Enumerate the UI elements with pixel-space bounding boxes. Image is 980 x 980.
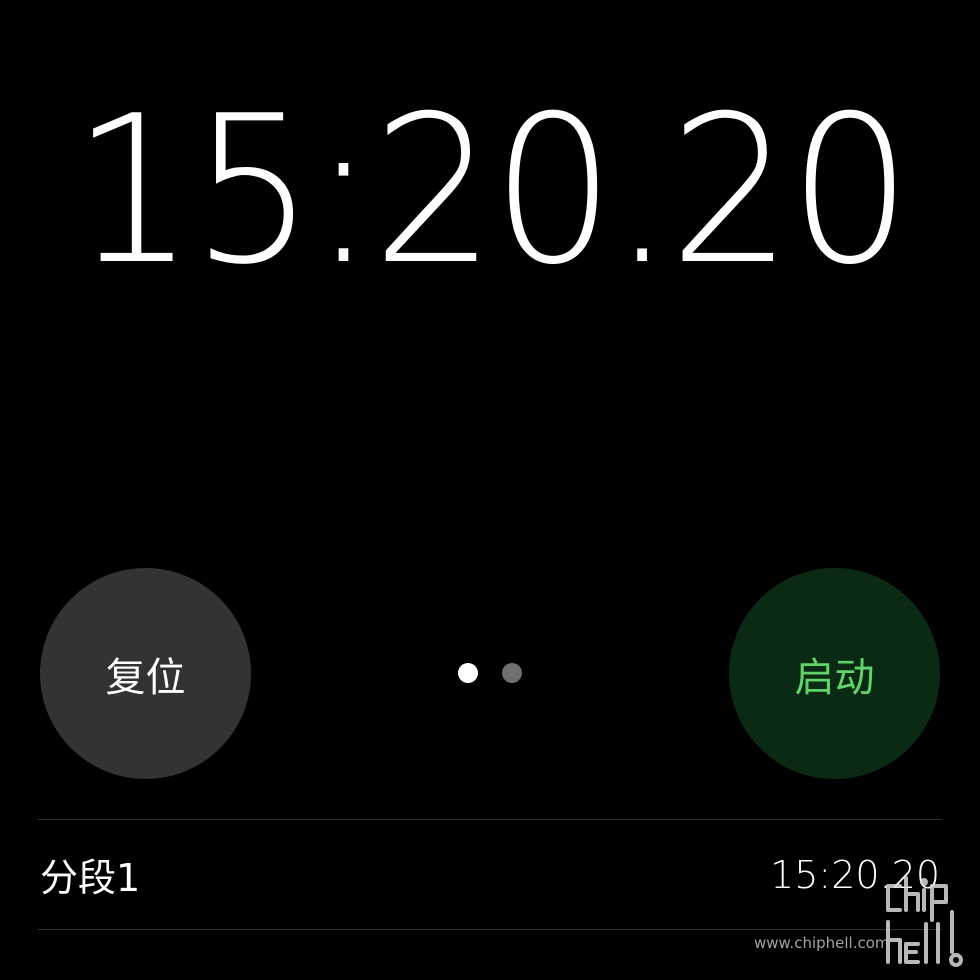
- stopwatch-time: 15:20.20: [71, 73, 912, 310]
- lap-row: 分段1 15:20.20: [38, 820, 942, 929]
- page-dot-active: [458, 663, 478, 683]
- start-button-label: 启动: [794, 654, 875, 701]
- chiphell-logo-watermark: [886, 876, 963, 967]
- start-button[interactable]: 启动: [729, 568, 940, 779]
- page-dot-inactive: [502, 663, 522, 683]
- lap-label: 分段1: [40, 856, 141, 900]
- reset-button[interactable]: 复位: [40, 568, 251, 779]
- watermark-url: www.chiphell.com: [754, 934, 890, 952]
- lap-list-divider-bottom: [38, 929, 942, 930]
- page-indicator[interactable]: [458, 663, 522, 683]
- reset-button-label: 复位: [105, 654, 186, 701]
